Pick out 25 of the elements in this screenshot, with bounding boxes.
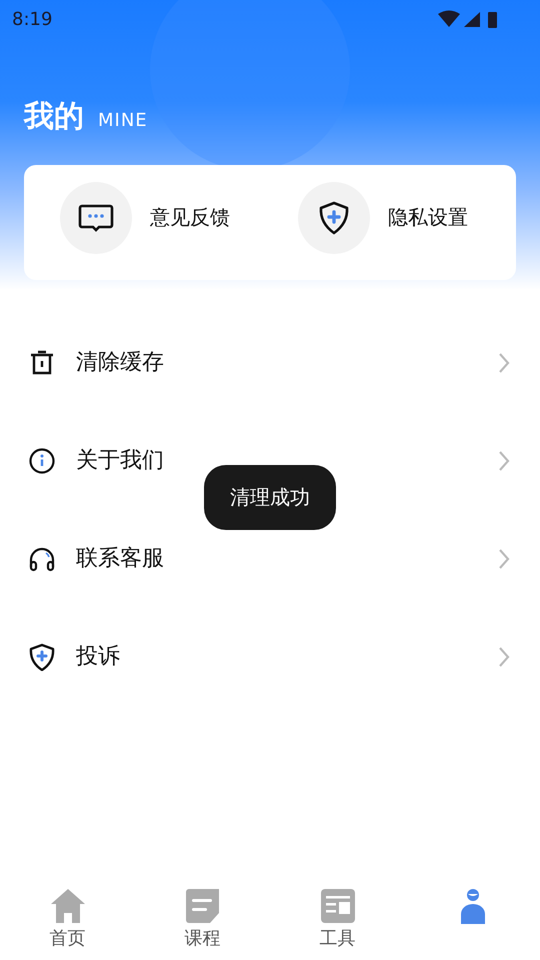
tab-item[interactable]: 工具 <box>270 870 405 960</box>
home-icon <box>48 888 86 924</box>
menu-item[interactable]: 清除缓存 <box>76 350 164 376</box>
chevron-right-icon <box>498 646 510 668</box>
trash-icon <box>28 349 56 377</box>
menu-item[interactable]: 联系客服 <box>76 546 164 572</box>
toast: 清理成功 <box>204 465 336 530</box>
chevron-right-icon <box>498 450 510 472</box>
status-time: 8:19 <box>12 8 52 30</box>
chevron-right-icon <box>498 352 510 374</box>
quick-action-label[interactable]: 隐私设置 <box>388 204 468 231</box>
headphones-icon <box>28 545 56 573</box>
tab-item[interactable]: 课程 <box>135 870 270 960</box>
menu-item[interactable]: 投诉 <box>76 644 120 670</box>
document-icon <box>184 888 222 924</box>
chevron-right-icon <box>498 548 510 570</box>
status-icons-drawing <box>438 10 500 28</box>
quick-action-label[interactable]: 意见反馈 <box>150 204 230 231</box>
info-icon <box>28 447 56 475</box>
page-subtitle: MINE <box>98 110 148 131</box>
menu-item[interactable]: 关于我们 <box>76 448 164 474</box>
toolbox-icon <box>318 888 356 924</box>
shield-plus-icon <box>28 643 56 671</box>
page-title: 我的 <box>24 98 84 136</box>
tab-item[interactable]: 首页 <box>0 870 135 960</box>
